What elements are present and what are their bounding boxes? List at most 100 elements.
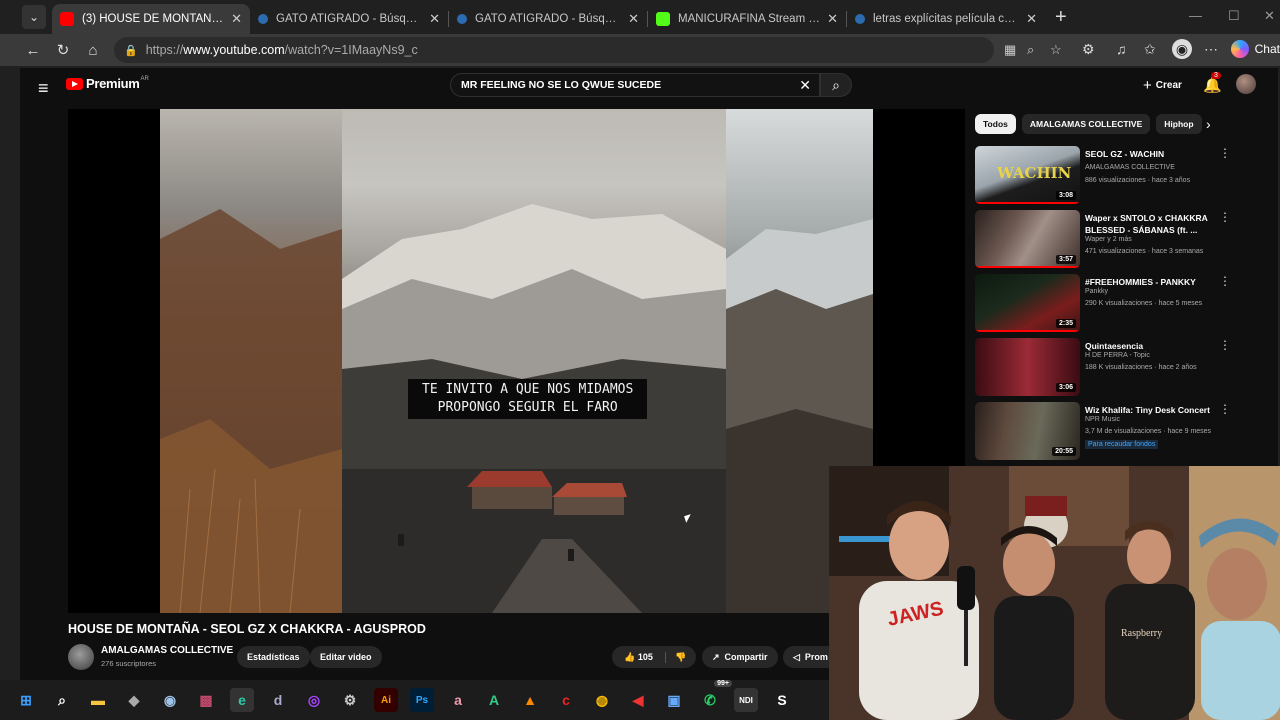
more-options-icon[interactable]: ⋮ [1219,210,1231,224]
edge-icon[interactable]: e [230,688,254,712]
browser-tab-4[interactable]: MANICURAFINA Stream - Watch ✕ [648,4,846,34]
app-cube-icon[interactable]: ◆ [122,688,146,712]
tab-actions-icon[interactable]: ⌄ [22,5,46,29]
minimize-icon[interactable]: — [1189,8,1202,23]
file-explorer-icon[interactable]: ▬ [86,688,110,712]
home-icon[interactable]: ⌂ [78,42,108,59]
window-close-icon[interactable]: ✕ [1264,8,1275,24]
close-icon[interactable]: ✕ [628,11,639,27]
more-options-icon[interactable]: ⋮ [1219,402,1231,416]
music-icon[interactable]: ♫ [1116,41,1127,57]
close-icon[interactable]: ✕ [827,11,838,27]
app-s-icon[interactable]: S [770,688,794,712]
share-button[interactable]: ↗ Compartir [702,646,778,668]
zoom-icon[interactable]: ⌕ [1027,42,1034,58]
search-query: MR FEELING NO SE LO QWUE SUCEDE [461,79,662,91]
maximize-icon[interactable]: ☐ [1228,8,1240,24]
logo-region: AR [140,76,149,82]
close-icon[interactable]: ✕ [1026,11,1037,27]
fundraiser-tag: Para recaudar fondos [1085,440,1159,449]
browser-tab-1[interactable]: (3) HOUSE DE MONTAÑA - SEOL G ✕ [52,4,250,34]
close-icon[interactable]: ✕ [429,11,440,27]
search-icon[interactable]: ⌕ [50,688,74,712]
rec-views: 471 visualizaciones · hace 3 semanas [1085,248,1204,255]
notifications-button[interactable]: 🔔 3 [1203,72,1222,94]
url-host: www.youtube.com [183,43,285,57]
url-field[interactable]: 🔒 https://www.youtube.com/watch?v=1IMaay… [114,37,994,63]
refresh-icon[interactable]: ↻ [48,41,78,59]
capcut-icon[interactable]: c [554,688,578,712]
watch-progress-bar [975,202,1080,204]
dislike-button[interactable]: 👎 [666,652,696,663]
video-thumbnail[interactable]: 2:35 [975,274,1080,332]
vlc-icon[interactable]: ▲ [518,688,542,712]
video-thumbnail[interactable]: 3:06 [975,338,1080,396]
recommendation-item[interactable]: 2:35 #FREEHOMMIES - PANKKY Pankky 290 K … [975,274,1275,334]
chrome-icon[interactable]: ◍ [590,688,614,712]
menu-icon[interactable]: ≡ [38,78,49,99]
bing-favicon-icon [258,14,268,24]
app-red-icon[interactable]: ◀ [626,688,650,712]
steam-icon[interactable]: ◉ [158,688,182,712]
more-options-icon[interactable]: ⋮ [1219,338,1231,352]
chip-todos[interactable]: Todos [975,114,1016,134]
duration-badge: 20:55 [1052,447,1076,456]
more-options-icon[interactable]: ⋮ [1219,146,1231,160]
favorites-icon[interactable]: ✩ [1144,41,1156,58]
create-button[interactable]: + Crear [1143,77,1182,94]
new-tab-icon[interactable]: + [1055,6,1067,29]
browser-tab-5[interactable]: letras explícitas película completa ✕ [847,4,1045,34]
plus-icon: + [1143,77,1152,94]
chip-hiphop[interactable]: Hiphop [1156,114,1202,134]
chip-amalgamas[interactable]: AMALGAMAS COLLECTIVE [1021,114,1151,134]
app-grid-icon[interactable]: ▩ [194,688,218,712]
stats-button[interactable]: Estadísticas [237,646,310,668]
rec-author: NPR Music [1085,416,1121,423]
share-icon: ↗ [712,651,720,662]
profile-avatar-icon[interactable]: ◉ [1172,39,1192,59]
more-options-icon[interactable]: ⋯ [1204,41,1218,58]
whatsapp-icon[interactable]: ✆ 99+ [698,680,732,712]
rec-author: Waper y 2 más [1085,236,1132,243]
chevron-right-icon[interactable]: › [1206,116,1211,132]
youtube-logo[interactable]: Premium AR [66,76,149,91]
search-input[interactable]: MR FEELING NO SE LO QWUE SUCEDE ✕ [450,73,820,97]
video-thumbnail[interactable]: 3:57 [975,210,1080,268]
app-a-icon[interactable]: a [446,688,470,712]
rec-title: Wiz Khalifa: Tiny Desk Concert [1085,405,1210,415]
ndi-icon[interactable]: NDI [734,688,758,712]
settings-icon[interactable]: ⚙ [338,688,362,712]
like-button[interactable]: 👍 105 [612,651,666,663]
app-a-green-icon[interactable]: A [482,688,506,712]
more-options-icon[interactable]: ⋮ [1219,274,1231,288]
browser-tab-2[interactable]: GATO ATIGRADO - Búsqueda ✕ [250,4,448,34]
watch-progress-bar [975,330,1080,332]
copilot-chat-button[interactable]: Chat [1230,40,1280,58]
close-icon[interactable]: ✕ [231,11,242,27]
account-avatar[interactable] [1236,74,1256,94]
photoshop-icon[interactable]: Ps [410,688,434,712]
extensions-icon[interactable]: ⚙ [1082,41,1095,58]
app-icon[interactable]: ▦ [1004,42,1016,58]
recommendation-item[interactable]: WACHIN 3:08 SEOL GZ - WACHIN AMALGAMAS C… [975,146,1275,206]
clear-search-icon[interactable]: ✕ [799,77,811,94]
windows-start-icon[interactable]: ⊞ [14,688,38,712]
dropbox-icon[interactable]: d [266,688,290,712]
browser-tab-3[interactable]: GATO ATIGRADO - Búsqueda ✕ [449,4,647,34]
back-icon[interactable]: ← [18,42,48,59]
recommendation-item[interactable]: 20:55 Wiz Khalifa: Tiny Desk Concert NPR… [975,402,1275,462]
channel-avatar[interactable] [68,644,94,670]
search-button[interactable]: ⌕ [820,73,852,97]
edit-label: Editar video [320,652,372,662]
favorite-star-icon[interactable]: ☆ [1050,42,1062,58]
video-thumbnail[interactable]: 20:55 [975,402,1080,460]
recommendation-item[interactable]: 3:06 Quintaesencia H DE PERRA - Topic 18… [975,338,1275,398]
edit-video-button[interactable]: Editar video [310,646,382,668]
subtitle-line: TE INVITO A QUE NOS MIDAMOS [422,382,634,397]
video-thumbnail[interactable]: WACHIN 3:08 [975,146,1080,204]
app-blue-icon[interactable]: ▣ [662,688,686,712]
chatgpt-icon[interactable]: ◎ [302,688,326,712]
channel-name[interactable]: AMALGAMAS COLLECTIVE [101,645,233,656]
illustrator-icon[interactable]: Ai [374,688,398,712]
recommendation-item[interactable]: 3:57 Waper x SNTOLO x CHAKKRA BLESSED - … [975,210,1275,270]
